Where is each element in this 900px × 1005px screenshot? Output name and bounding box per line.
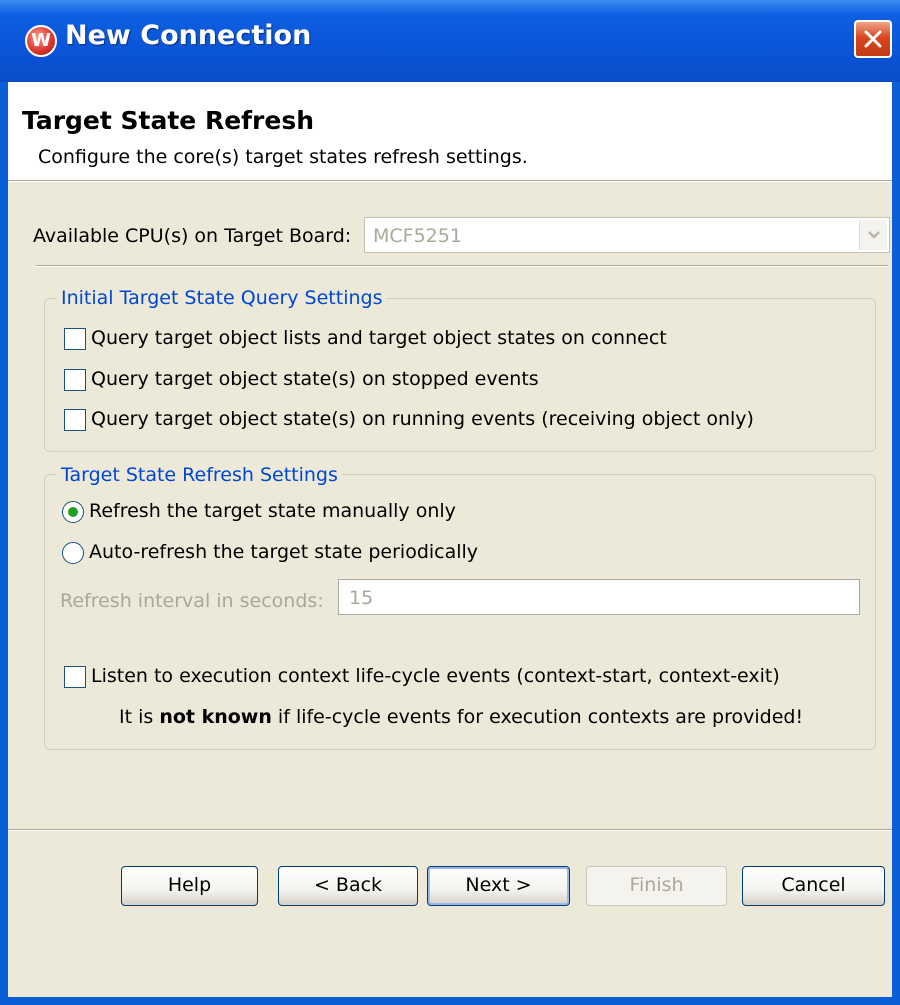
query-lists-on-connect-label: Query target object lists and target obj… [91, 327, 667, 349]
dialog-body: Target State Refresh Configure the core(… [8, 82, 892, 997]
header-divider-highlight [8, 181, 892, 182]
query-state-running-checkbox[interactable] [64, 409, 86, 431]
back-button[interactable]: < Back [278, 866, 418, 906]
refresh-manual-radio[interactable] [62, 501, 84, 523]
next-button[interactable]: Next > [427, 866, 570, 906]
refresh-interval-label: Refresh interval in seconds: [60, 590, 324, 612]
lifecycle-note-prefix: It is [119, 706, 160, 728]
finish-button[interactable]: Finish [586, 866, 727, 906]
lifecycle-note: It is not known if life-cycle events for… [119, 706, 803, 728]
cpu-label: Available CPU(s) on Target Board: [33, 225, 352, 247]
title-bar[interactable]: W New Connection [0, 0, 900, 82]
listen-lifecycle-checkbox[interactable] [64, 666, 86, 688]
wizard-header: Target State Refresh Configure the core(… [8, 82, 892, 180]
auto-refresh-label: Auto-refresh the target state periodical… [89, 541, 479, 563]
app-logo-icon: W [25, 25, 57, 57]
query-state-stopped-checkbox[interactable] [64, 369, 86, 391]
cpu-dropdown-button[interactable] [859, 220, 887, 250]
query-lists-on-connect-checkbox[interactable] [64, 328, 86, 350]
cancel-button[interactable]: Cancel [742, 866, 885, 906]
close-icon [864, 30, 882, 48]
radio-selected-dot [68, 507, 78, 517]
cpu-select-value: MCF5251 [373, 225, 462, 247]
footer-divider-highlight [8, 830, 892, 831]
listen-lifecycle-label: Listen to execution context life-cycle e… [91, 665, 780, 687]
help-button[interactable]: Help [121, 866, 258, 906]
lifecycle-note-bold: not known [159, 706, 272, 728]
lifecycle-note-suffix: if life-cycle events for execution conte… [271, 706, 804, 728]
query-state-running-label: Query target object state(s) on running … [91, 408, 754, 430]
refresh-interval-value: 15 [349, 587, 374, 609]
close-button[interactable] [854, 20, 892, 58]
window-title: New Connection [65, 20, 312, 51]
cpu-divider-highlight [36, 266, 888, 267]
refresh-manual-label: Refresh the target state manually only [89, 500, 456, 522]
refresh-interval-input[interactable]: 15 [338, 579, 860, 615]
chevron-down-icon [868, 231, 880, 239]
query-settings-group-title: Initial Target State Query Settings [57, 287, 387, 309]
refresh-settings-group-title: Target State Refresh Settings [57, 464, 342, 486]
page-description: Configure the core(s) target states refr… [38, 146, 528, 168]
page-title: Target State Refresh [22, 106, 315, 135]
query-state-stopped-label: Query target object state(s) on stopped … [91, 368, 539, 390]
dialog-window: W New Connection Target State Refresh Co… [0, 0, 900, 1005]
cpu-select[interactable]: MCF5251 [364, 217, 890, 253]
auto-refresh-radio[interactable] [62, 542, 84, 564]
